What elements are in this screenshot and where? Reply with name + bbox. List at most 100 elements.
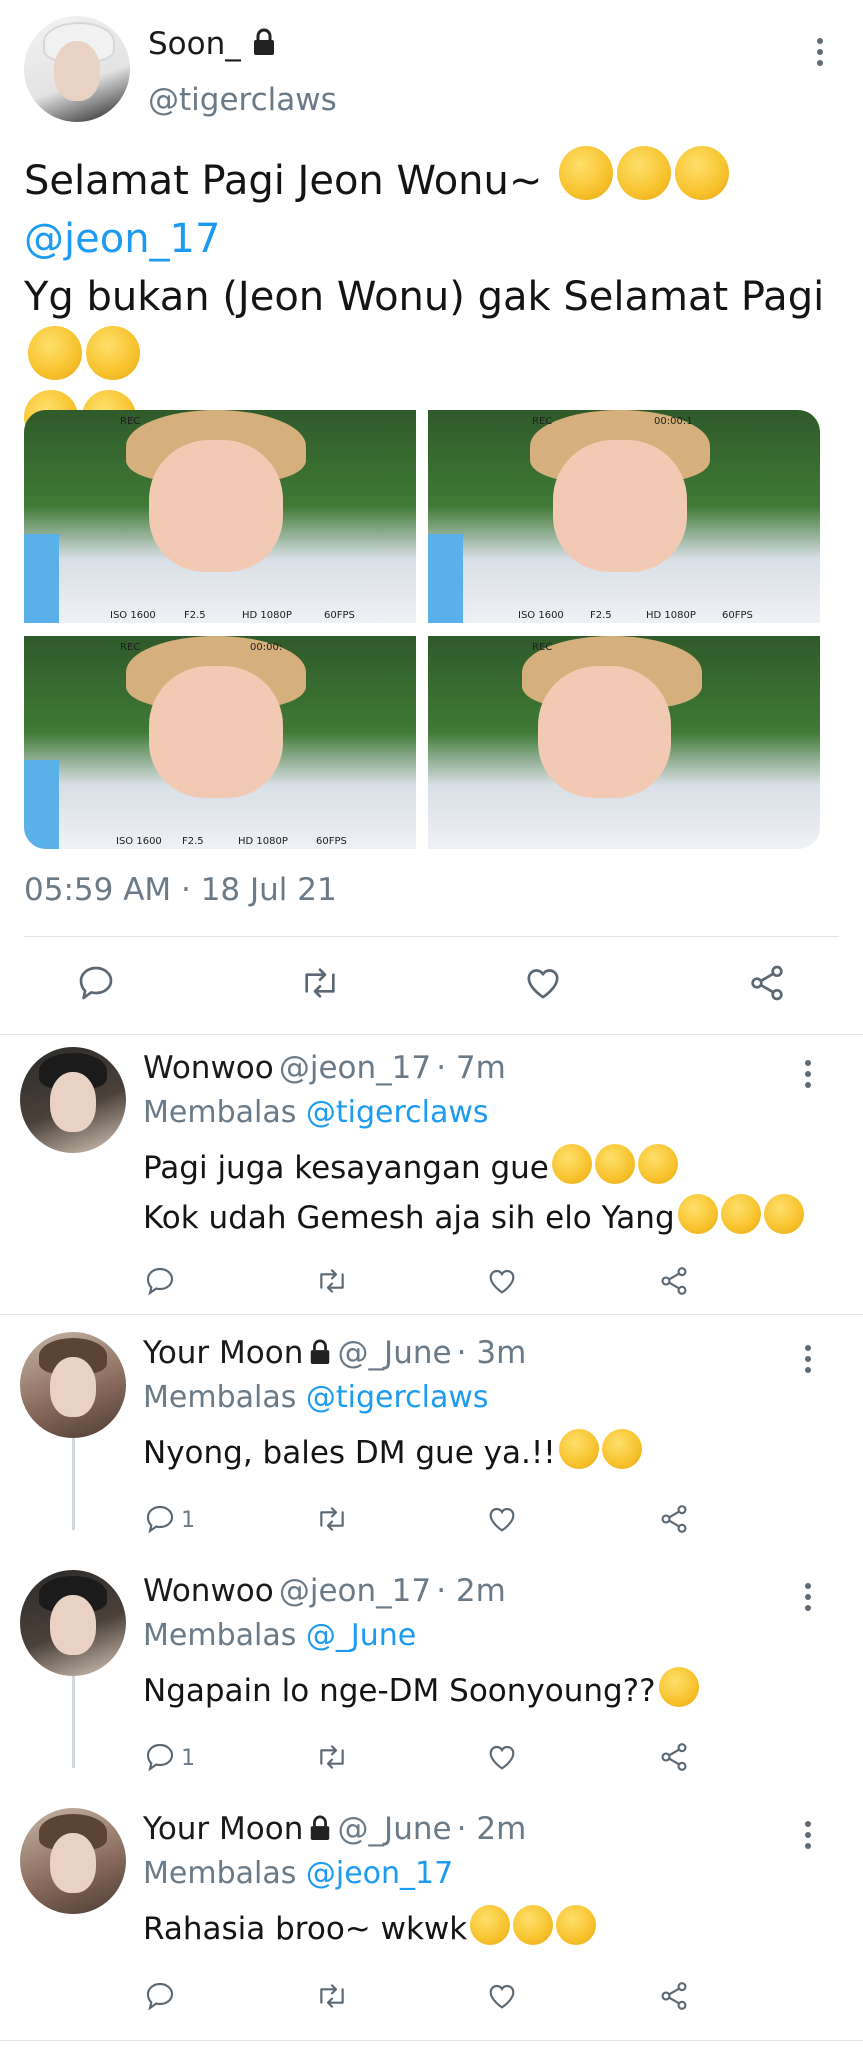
lock-icon — [311, 1815, 330, 1840]
reply-author-handle[interactable]: @jeon_17 — [279, 1050, 431, 1086]
reply-avatar[interactable] — [20, 1808, 126, 1914]
divider — [0, 2040, 863, 2041]
tweet-photo-2[interactable]: REC 00:00:1 ISO 1600 F2.5 HD 1080P 60FPS — [428, 410, 820, 623]
reply-author-name[interactable]: Your Moon — [143, 1811, 303, 1847]
lock-icon — [311, 1339, 330, 1364]
crying-emoji — [720, 1194, 761, 1234]
replying-to: Membalas @tigerclaws — [143, 1380, 489, 1415]
retweet-icon[interactable] — [314, 1503, 350, 1535]
reply-icon — [146, 1743, 174, 1772]
laughing-emoji — [513, 1905, 554, 1945]
more-icon[interactable] — [804, 1583, 812, 1616]
reply-icon[interactable] — [144, 1980, 176, 2012]
author-name: Soon_ — [148, 26, 241, 62]
kiss-emoji — [637, 1144, 678, 1184]
reply-icon — [146, 1505, 174, 1534]
more-icon[interactable] — [816, 38, 824, 71]
more-icon[interactable] — [804, 1060, 812, 1093]
kiss-emoji — [594, 1144, 635, 1184]
retweet-icon[interactable] — [314, 1980, 350, 2012]
reply-text: Rahasia broo~ wkwk — [143, 1904, 597, 1954]
reply-text: Pagi juga kesayangan gue Kok udah Gemesh… — [143, 1143, 804, 1243]
like-icon[interactable] — [486, 1265, 518, 1297]
reply-button[interactable]: 1 — [144, 1503, 195, 1541]
thread-line — [72, 1676, 75, 1768]
retweet-icon[interactable] — [298, 963, 342, 1003]
reply-header: Wonwoo @jeon_17 · 2m — [143, 1573, 506, 1609]
reply-text: Nyong, bales DM gue ya.!! — [143, 1428, 642, 1478]
tweet-text: Selamat Pagi Jeon Wonu~ @jeon_17 Yg buka… — [24, 146, 844, 454]
reply-count: 1 — [181, 1508, 196, 1533]
laughing-emoji — [470, 1905, 511, 1945]
kiss-emoji — [675, 146, 730, 200]
more-icon[interactable] — [804, 1345, 812, 1378]
lock-icon — [253, 28, 274, 55]
reply-header: Wonwoo @jeon_17 · 7m — [143, 1050, 506, 1086]
tweet-timestamp: 05:59 AM · 18 Jul 21 — [24, 872, 337, 908]
reply-header: Your Moon @_June · 2m — [143, 1811, 526, 1847]
author-name-row[interactable]: Soon_ — [148, 26, 277, 62]
retweet-icon[interactable] — [314, 1265, 350, 1297]
retweet-icon[interactable] — [314, 1741, 350, 1773]
replying-to-mention[interactable]: @tigerclaws — [306, 1380, 489, 1415]
grin-emoji — [601, 1429, 642, 1469]
reply-text: Ngapain lo nge-DM Soonyoung?? — [143, 1666, 699, 1716]
reply-time: · 3m — [456, 1335, 527, 1371]
like-icon[interactable] — [486, 1503, 518, 1535]
reply-author-handle[interactable]: @jeon_17 — [279, 1573, 431, 1609]
reply-avatar[interactable] — [20, 1570, 126, 1676]
unamused-emoji — [658, 1667, 699, 1707]
like-icon[interactable] — [486, 1741, 518, 1773]
reply-author-name[interactable]: Wonwoo — [143, 1573, 274, 1609]
share-icon[interactable] — [658, 1741, 690, 1773]
divider — [0, 1034, 863, 1035]
like-icon[interactable] — [523, 963, 563, 1003]
hearts-face-emoji — [86, 326, 140, 380]
reply-avatar[interactable] — [20, 1047, 126, 1153]
smile-emoji — [559, 146, 614, 200]
replying-to-mention[interactable]: @_June — [306, 1618, 416, 1653]
grin-emoji — [558, 1429, 599, 1469]
thread-line — [72, 1438, 75, 1530]
like-icon[interactable] — [486, 1980, 518, 2012]
reply-author-handle[interactable]: @_June — [338, 1335, 452, 1371]
replying-to-mention[interactable]: @jeon_17 — [306, 1856, 453, 1891]
reply-author-name[interactable]: Your Moon — [143, 1335, 303, 1371]
share-icon[interactable] — [658, 1503, 690, 1535]
reply-time: · 7m — [436, 1050, 506, 1086]
reply-count: 1 — [181, 1746, 196, 1771]
tweet-mention[interactable]: @jeon_17 — [24, 210, 844, 268]
divider — [0, 1314, 863, 1315]
reply-icon[interactable] — [144, 1265, 176, 1297]
kiss-emoji — [551, 1144, 592, 1184]
reply-time: · 2m — [456, 1811, 527, 1847]
share-icon[interactable] — [747, 963, 787, 1003]
reply-avatar[interactable] — [20, 1332, 126, 1438]
tweet-photo-1[interactable]: REC ISO 1600 F2.5 HD 1080P 60FPS — [24, 410, 416, 623]
divider — [24, 936, 839, 937]
replying-to: Membalas @tigerclaws — [143, 1095, 489, 1130]
hearts-face-emoji — [28, 326, 82, 380]
author-avatar[interactable] — [24, 16, 130, 122]
reply-author-name[interactable]: Wonwoo — [143, 1050, 274, 1086]
share-icon[interactable] — [658, 1265, 690, 1297]
reply-button[interactable]: 1 — [144, 1741, 195, 1779]
reply-author-handle[interactable]: @_June — [338, 1811, 452, 1847]
crying-emoji — [763, 1194, 804, 1234]
tweet-photo-4[interactable]: REC — [428, 636, 820, 849]
replying-to: Membalas @jeon_17 — [143, 1856, 454, 1891]
more-icon[interactable] — [804, 1821, 812, 1854]
replying-to-mention[interactable]: @tigerclaws — [306, 1095, 489, 1130]
share-icon[interactable] — [658, 1980, 690, 2012]
tweet-photo-3[interactable]: REC 00:00: ISO 1600 F2.5 HD 1080P 60FPS — [24, 636, 416, 849]
author-handle[interactable]: @tigerclaws — [148, 82, 337, 118]
laughing-emoji — [556, 1905, 597, 1945]
tweet-line-3: Yg bukan (Jeon Wonu) gak Selamat Pagi — [24, 268, 844, 390]
tweet-line-1: Selamat Pagi Jeon Wonu~ — [24, 146, 844, 210]
reply-time: · 2m — [436, 1573, 506, 1609]
reply-icon[interactable] — [76, 963, 116, 1003]
hearts-face-emoji — [617, 146, 672, 200]
replying-to: Membalas @_June — [143, 1618, 417, 1653]
crying-emoji — [677, 1194, 718, 1234]
reply-header: Your Moon @_June · 3m — [143, 1335, 526, 1371]
